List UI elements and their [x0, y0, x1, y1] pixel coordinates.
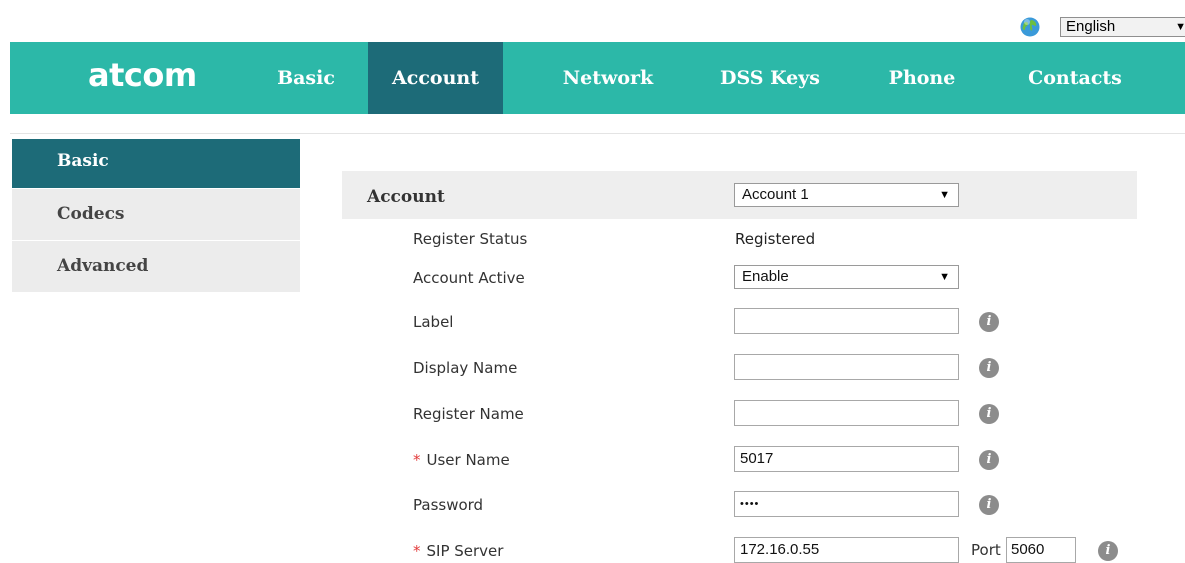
top-nav: atcom Basic Account Network DSS Keys Pho… [10, 42, 1185, 114]
register-status-label: Register Status [413, 230, 528, 248]
account-select-value: Account 1 [742, 186, 809, 203]
account-active-select-value: Enable [742, 268, 789, 285]
password-input[interactable]: •••• [734, 491, 959, 517]
language-select[interactable]: English ▼ [1060, 17, 1185, 37]
account-active-select[interactable]: Enable ▼ [734, 265, 959, 289]
info-icon[interactable]: i [979, 495, 999, 515]
display-name-input[interactable] [734, 354, 959, 380]
label-input[interactable] [734, 308, 959, 334]
sip-server-label-text: SIP Server [426, 542, 504, 560]
nav-tab-contacts[interactable]: Contacts [1010, 42, 1140, 114]
nav-tab-account[interactable]: Account [368, 42, 503, 114]
language-select-value: English [1066, 18, 1116, 35]
port-label: Port [971, 541, 1001, 559]
atcom-logo: atcom [88, 56, 197, 94]
language-selector: English ▼ [1020, 16, 1185, 38]
display-name-label: Display Name [413, 359, 518, 377]
sidebar-item-advanced[interactable]: Advanced [12, 241, 300, 293]
register-name-label: Register Name [413, 405, 524, 423]
register-status-value: Registered [735, 230, 816, 248]
divider [10, 133, 1185, 134]
user-name-input[interactable]: 5017 [734, 446, 959, 472]
sidebar-item-basic[interactable]: Basic [12, 139, 300, 189]
nav-tab-phone[interactable]: Phone [872, 42, 972, 114]
info-icon[interactable]: i [979, 312, 999, 332]
required-mark: * [413, 542, 421, 560]
user-name-label: * User Name [413, 451, 510, 469]
info-icon[interactable]: i [979, 450, 999, 470]
sip-server-input[interactable]: 172.16.0.55 [734, 537, 959, 563]
info-icon[interactable]: i [979, 358, 999, 378]
register-name-input[interactable] [734, 400, 959, 426]
nav-tab-dss-keys[interactable]: DSS Keys [710, 42, 830, 114]
globe-icon [1020, 17, 1040, 37]
chevron-down-icon: ▼ [1175, 21, 1185, 33]
nav-tab-network[interactable]: Network [548, 42, 668, 114]
chevron-down-icon: ▼ [939, 189, 950, 201]
required-mark: * [413, 451, 421, 469]
label-field-label: Label [413, 313, 454, 331]
password-label: Password [413, 496, 484, 514]
user-name-label-text: User Name [426, 451, 510, 469]
sip-server-label: * SIP Server [413, 542, 503, 560]
info-icon[interactable]: i [1098, 541, 1118, 561]
account-select[interactable]: Account 1 ▼ [734, 183, 959, 207]
account-active-label: Account Active [413, 269, 525, 287]
info-icon[interactable]: i [979, 404, 999, 424]
port-input[interactable]: 5060 [1006, 537, 1076, 563]
sidebar: Basic Codecs Advanced [12, 139, 300, 293]
nav-tab-basic[interactable]: Basic [262, 42, 350, 114]
account-label: Account [367, 187, 445, 207]
sidebar-item-codecs[interactable]: Codecs [12, 189, 300, 241]
chevron-down-icon: ▼ [939, 271, 950, 283]
